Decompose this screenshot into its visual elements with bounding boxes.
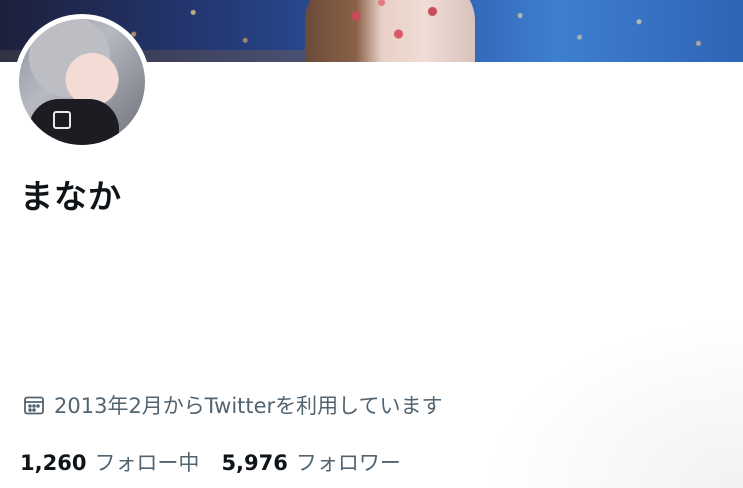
followers-label: フォロワー (295, 451, 401, 475)
followers-link[interactable]: 5,976 フォロワー (221, 447, 400, 477)
avatar-shirt (29, 99, 119, 145)
avatar-shirt-logo (53, 111, 71, 129)
following-label: フォロー中 (94, 451, 200, 475)
join-date: 2013年2月からTwitterを利用しています (22, 390, 443, 420)
following-count: 1,260 (20, 451, 87, 475)
avatar-photo (19, 19, 145, 145)
calendar-icon (24, 396, 44, 415)
following-link[interactable]: 1,260 フォロー中 (20, 447, 199, 477)
avatar[interactable] (14, 14, 150, 150)
follow-stats: 1,260 フォロー中 5,976 フォロワー (20, 447, 423, 477)
screen-glare (483, 318, 743, 488)
join-date-text: 2013年2月からTwitterを利用しています (54, 394, 443, 418)
display-name: まなか (20, 177, 122, 216)
followers-count: 5,976 (221, 451, 288, 475)
banner-person (305, 0, 475, 62)
